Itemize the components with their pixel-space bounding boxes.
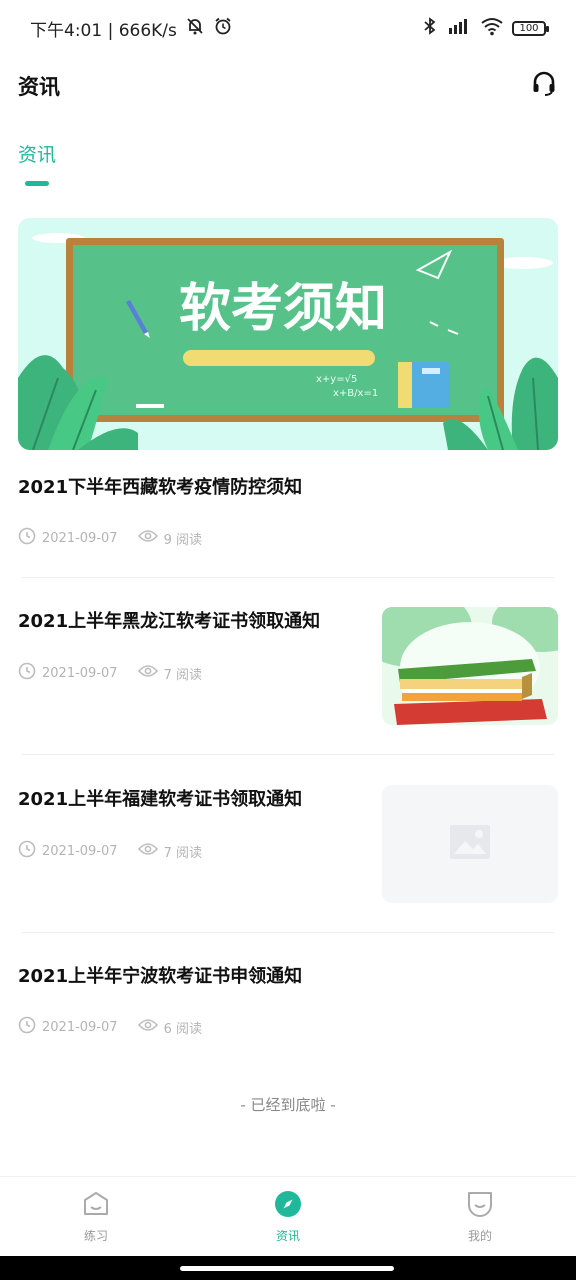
divider <box>22 932 554 933</box>
divider <box>22 577 554 578</box>
article-item[interactable]: 2021上半年黑龙江软考证书领取通知 2021-09-07 7 阅读 <box>18 607 558 730</box>
news-banner[interactable]: 软考须知 x+y=√5 x+B/x=1 <box>18 218 558 450</box>
bottom-nav: 练习 资讯 我的 <box>0 1176 576 1257</box>
profile-icon <box>466 1190 494 1221</box>
article-date: 2021-09-07 <box>42 1019 118 1035</box>
nav-item-profile[interactable]: 我的 <box>420 1190 540 1244</box>
gesture-area <box>0 1256 576 1280</box>
signal-icon <box>446 16 472 41</box>
banner-formula-1: x+y=√5 <box>316 374 357 385</box>
eye-icon <box>137 664 158 682</box>
page-title: 资讯 <box>18 75 60 99</box>
divider <box>22 754 554 755</box>
alarm-icon <box>213 16 233 41</box>
banner-formula-2: x+B/x=1 <box>333 388 378 399</box>
clock-icon <box>18 527 36 549</box>
article-title[interactable]: 2021上半年福建软考证书领取通知 <box>18 788 358 812</box>
nav-label: 资讯 <box>275 1229 300 1243</box>
article-views: 7 阅读 <box>163 667 202 683</box>
article-views: 7 阅读 <box>163 845 202 861</box>
article-date: 2021-09-07 <box>42 665 118 681</box>
banner-title: 软考须知 <box>179 279 387 339</box>
article-thumbnail-placeholder[interactable] <box>382 785 558 903</box>
article-item[interactable]: 2021上半年宁波软考证书申领通知 2021-09-07 6 阅读 <box>18 965 558 1045</box>
headset-icon[interactable] <box>530 70 558 102</box>
practice-icon <box>82 1190 110 1221</box>
battery-icon: 100 <box>512 20 549 36</box>
article-title[interactable]: 2021上半年黑龙江软考证书领取通知 <box>18 610 358 634</box>
article-date: 2021-09-07 <box>42 843 118 859</box>
tab-news[interactable]: 资讯 <box>18 140 56 167</box>
article-title[interactable]: 2021上半年宁波软考证书申领通知 <box>18 965 558 989</box>
home-indicator[interactable] <box>180 1266 394 1271</box>
mute-bell-icon <box>185 16 205 41</box>
status-time: 下午4:01 | 666K/s <box>30 20 177 41</box>
clock-icon <box>18 662 36 684</box>
article-thumbnail-books[interactable] <box>382 607 558 725</box>
wifi-icon <box>480 16 504 41</box>
article-item[interactable]: 2021下半年西藏软考疫情防控须知 2021-09-07 9 阅读 <box>18 476 558 556</box>
nav-label: 我的 <box>467 1229 492 1243</box>
bluetooth-icon <box>422 16 438 41</box>
article-date: 2021-09-07 <box>42 530 118 546</box>
nav-item-news[interactable]: 资讯 <box>228 1190 348 1244</box>
nav-item-practice[interactable]: 练习 <box>36 1190 156 1244</box>
article-views: 9 阅读 <box>163 532 202 548</box>
end-of-list-text: - 已经到底啦 - <box>240 1096 336 1114</box>
article-title[interactable]: 2021下半年西藏软考疫情防控须知 <box>18 476 558 500</box>
tab-bar: 资讯 <box>18 140 56 186</box>
compass-icon <box>274 1190 302 1221</box>
tab-indicator <box>25 181 49 186</box>
article-views: 6 阅读 <box>163 1021 202 1037</box>
status-bar: 下午4:01 | 666K/s 100 <box>0 0 576 56</box>
article-item[interactable]: 2021上半年福建软考证书领取通知 2021-09-07 7 阅读 <box>18 785 558 908</box>
image-placeholder-icon <box>449 824 491 864</box>
eye-icon <box>137 842 158 860</box>
clock-icon <box>18 840 36 862</box>
clock-icon <box>18 1016 36 1038</box>
nav-label: 练习 <box>83 1229 108 1243</box>
app-bar: 资讯 <box>0 60 576 112</box>
eye-icon <box>137 1018 158 1036</box>
eye-icon <box>137 529 158 547</box>
